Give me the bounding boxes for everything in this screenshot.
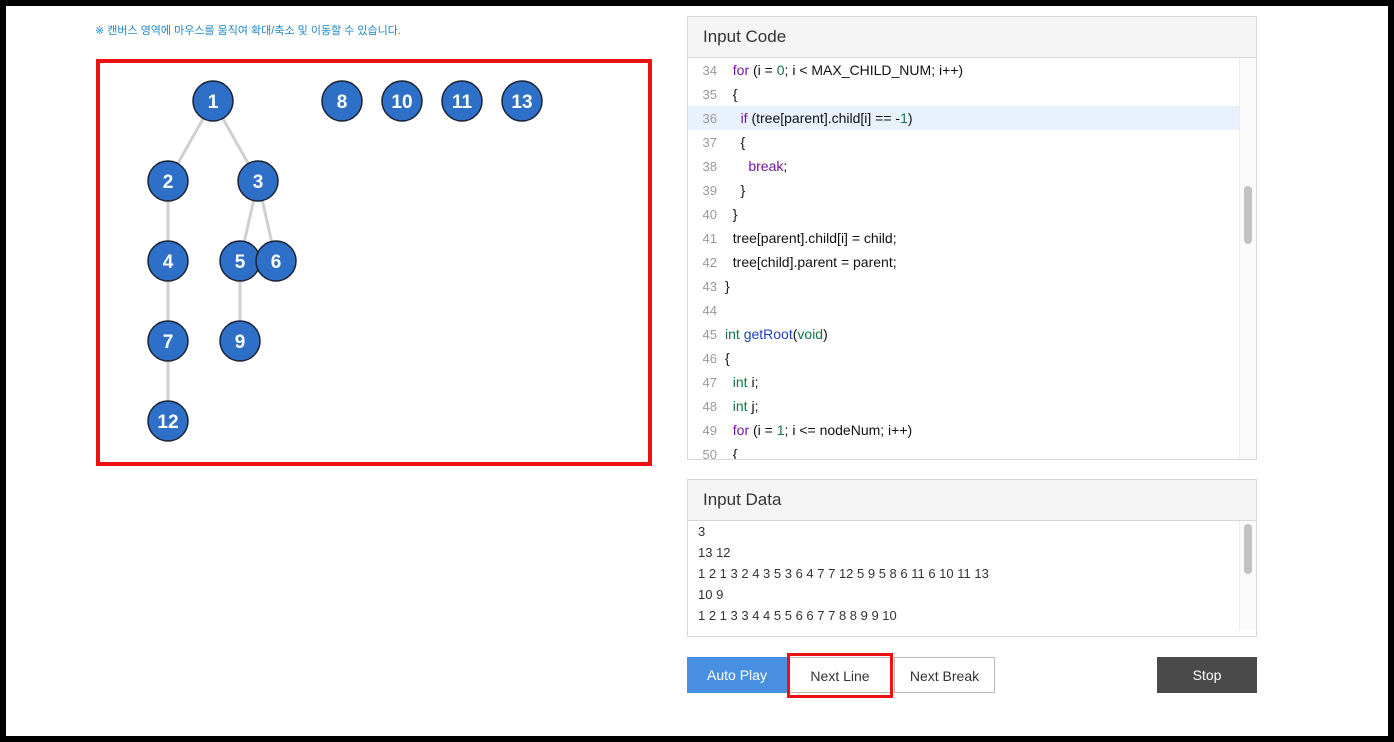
- auto-play-button[interactable]: Auto Play: [687, 657, 787, 693]
- line-number: 39: [702, 183, 717, 198]
- tree-node-4[interactable]: 4: [147, 240, 189, 282]
- tree-node-label: 5: [235, 252, 246, 273]
- code-text: }: [725, 206, 738, 222]
- data-line: 3: [698, 524, 706, 539]
- tree-node-9[interactable]: 9: [219, 320, 261, 362]
- line-number: 48: [702, 399, 717, 414]
- tree-node-7[interactable]: 7: [147, 320, 189, 362]
- tree-node-label: 2: [163, 172, 174, 193]
- code-line[interactable]: 35 {: [688, 82, 1240, 106]
- tree-node-label: 10: [391, 92, 412, 113]
- tree-node-1[interactable]: 1: [192, 80, 234, 122]
- code-editor[interactable]: 34 for (i = 0; i < MAX_CHILD_NUM; i++) 35…: [688, 58, 1240, 459]
- line-number: 50: [702, 447, 717, 459]
- input-data-title: Input Data: [688, 480, 1256, 521]
- code-text: tree[child].parent = parent;: [725, 254, 897, 270]
- code-line[interactable]: 36 if (tree[parent].child[i] == -1): [688, 106, 1240, 130]
- code-text: int getRoot(void): [725, 326, 828, 342]
- tree-canvas[interactable]: 1 2 3 4 5 6 7 8 9 10 11 12 13: [96, 59, 652, 466]
- input-data-panel: Input Data 3 13 12 1 2 1 3 2 4 3 5 3 6 4 7…: [687, 479, 1257, 637]
- code-line[interactable]: 40 }: [688, 202, 1240, 226]
- code-line[interactable]: 42 tree[child].parent = parent;: [688, 250, 1240, 274]
- line-number: 37: [702, 135, 717, 150]
- code-line[interactable]: 43}: [688, 274, 1240, 298]
- code-text: for (i = 1; i <= nodeNum; i++): [732, 422, 913, 438]
- code-text: {: [725, 446, 738, 459]
- tree-node-8[interactable]: 8: [321, 80, 363, 122]
- code-text: {: [725, 350, 730, 366]
- code-text: {: [725, 134, 746, 150]
- tree-node-label: 8: [337, 92, 348, 113]
- tree-node-label: 13: [511, 92, 532, 113]
- code-text: for (i = 0; i < MAX_CHILD_NUM; i++): [732, 62, 964, 78]
- code-scrollbar-thumb[interactable]: [1244, 186, 1252, 244]
- code-line[interactable]: 46 {: [688, 346, 1240, 370]
- data-line: 13 12: [698, 545, 731, 560]
- tree-node-label: 1: [208, 92, 219, 113]
- line-number: 44: [702, 303, 717, 318]
- code-line[interactable]: 34 for (i = 0; i < MAX_CHILD_NUM; i++): [688, 58, 1240, 82]
- line-number: 49: [702, 423, 717, 438]
- line-number: 36: [702, 111, 717, 126]
- tree-node-12[interactable]: 12: [147, 400, 189, 442]
- code-text: int j;: [732, 398, 759, 414]
- tree-node-label: 6: [271, 252, 282, 273]
- line-number: 42: [702, 255, 717, 270]
- line-number: 40: [702, 207, 717, 222]
- code-text: break;: [748, 158, 788, 174]
- tree-node-label: 7: [163, 332, 174, 353]
- code-line[interactable]: 38 break;: [688, 154, 1240, 178]
- data-scrollbar[interactable]: [1239, 521, 1256, 630]
- next-line-button[interactable]: Next Line: [789, 657, 891, 693]
- code-line[interactable]: 39 }: [688, 178, 1240, 202]
- tree-node-label: 3: [253, 172, 264, 193]
- tree-node-label: 9: [235, 332, 246, 353]
- data-scrollbar-thumb[interactable]: [1244, 524, 1252, 574]
- tree-node-13[interactable]: 13: [501, 80, 543, 122]
- code-text: int i;: [732, 374, 759, 390]
- tree-node-2[interactable]: 2: [147, 160, 189, 202]
- tree-node-3[interactable]: 3: [237, 160, 279, 202]
- code-scrollbar[interactable]: [1239, 58, 1256, 459]
- input-code-panel: Input Code 34 for (i = 0; i < MAX_CHILD_…: [687, 16, 1257, 460]
- code-text: }: [725, 182, 746, 198]
- tree-svg[interactable]: 12 34 5 678910 111213: [100, 63, 648, 462]
- code-line[interactable]: 48 int j;: [688, 394, 1240, 418]
- code-text: tree[parent].child[i] = child;: [725, 230, 897, 246]
- line-number: 38: [702, 159, 717, 174]
- app-frame: ※ 캔버스 영역에 마우스를 움직여 확대/축소 및 이동할 수 있습니다. 1…: [6, 6, 1388, 736]
- code-line[interactable]: 41 tree[parent].child[i] = child;: [688, 226, 1240, 250]
- next-break-button[interactable]: Next Break: [894, 657, 995, 693]
- line-number: 47: [702, 375, 717, 390]
- code-line[interactable]: 45 int getRoot(void): [688, 322, 1240, 346]
- line-number: 43: [702, 279, 717, 294]
- line-number: 46: [702, 351, 717, 366]
- tree-node-label: 4: [163, 252, 174, 273]
- line-number: 34: [702, 63, 717, 78]
- data-line: 1 2 1 3 3 4 4 5 5 6 6 7 7 8 8 9 9 10: [698, 608, 897, 623]
- input-data-textarea[interactable]: 3 13 12 1 2 1 3 2 4 3 5 3 6 4 7 7 12 5 9 5…: [698, 521, 1240, 636]
- data-line: 1 2 1 3 2 4 3 5 3 6 4 7 7 12 5 9 5 8 6 1…: [698, 566, 989, 581]
- canvas-hint-text: ※ 캔버스 영역에 마우스를 움직여 확대/축소 및 이동할 수 있습니다.: [95, 25, 401, 37]
- input-code-title: Input Code: [688, 17, 1256, 58]
- tree-node-label: 11: [452, 92, 473, 113]
- tree-node-11[interactable]: 11: [441, 80, 483, 122]
- tree-node-6[interactable]: 6: [255, 240, 297, 282]
- code-line[interactable]: 37 {: [688, 130, 1240, 154]
- code-line[interactable]: 47 int i;: [688, 370, 1240, 394]
- line-number: 41: [702, 231, 717, 246]
- line-number: 35: [702, 87, 717, 102]
- line-number: 45: [702, 327, 717, 342]
- tree-node-5[interactable]: 5: [219, 240, 261, 282]
- data-line: 10 9: [698, 587, 724, 602]
- code-text: }: [725, 278, 730, 294]
- tree-node-10[interactable]: 10: [381, 80, 423, 122]
- code-line[interactable]: 44: [688, 298, 1240, 322]
- stop-button[interactable]: Stop: [1157, 657, 1257, 693]
- tree-node-label: 12: [157, 412, 178, 433]
- code-text: if (tree[parent].child[i] == -1): [740, 110, 913, 126]
- code-line[interactable]: 50 {: [688, 442, 1240, 459]
- code-line[interactable]: 49 for (i = 1; i <= nodeNum; i++): [688, 418, 1240, 442]
- code-text: {: [725, 86, 738, 102]
